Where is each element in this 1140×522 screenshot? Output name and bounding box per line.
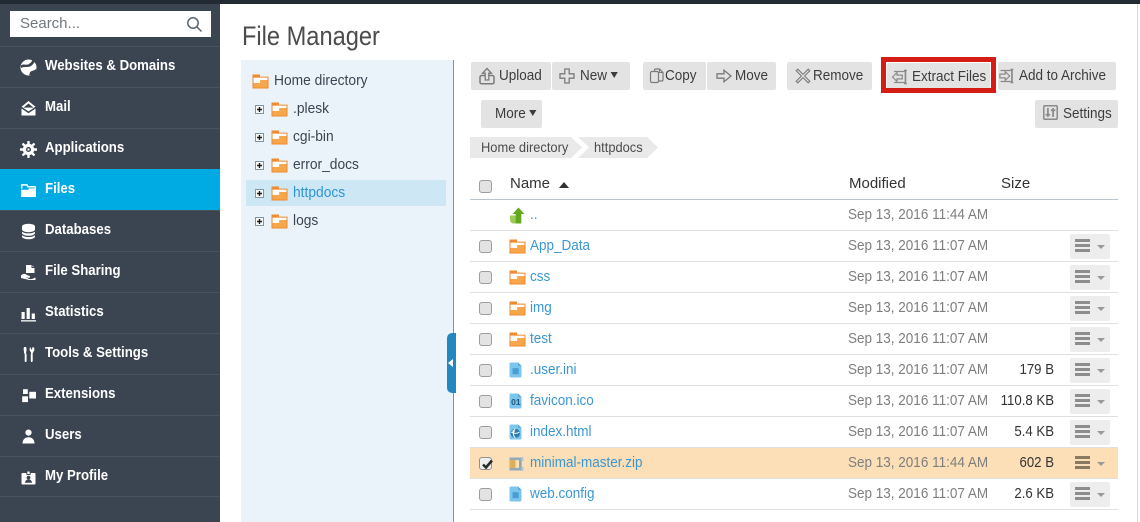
svg-text:01: 01 <box>511 397 521 407</box>
